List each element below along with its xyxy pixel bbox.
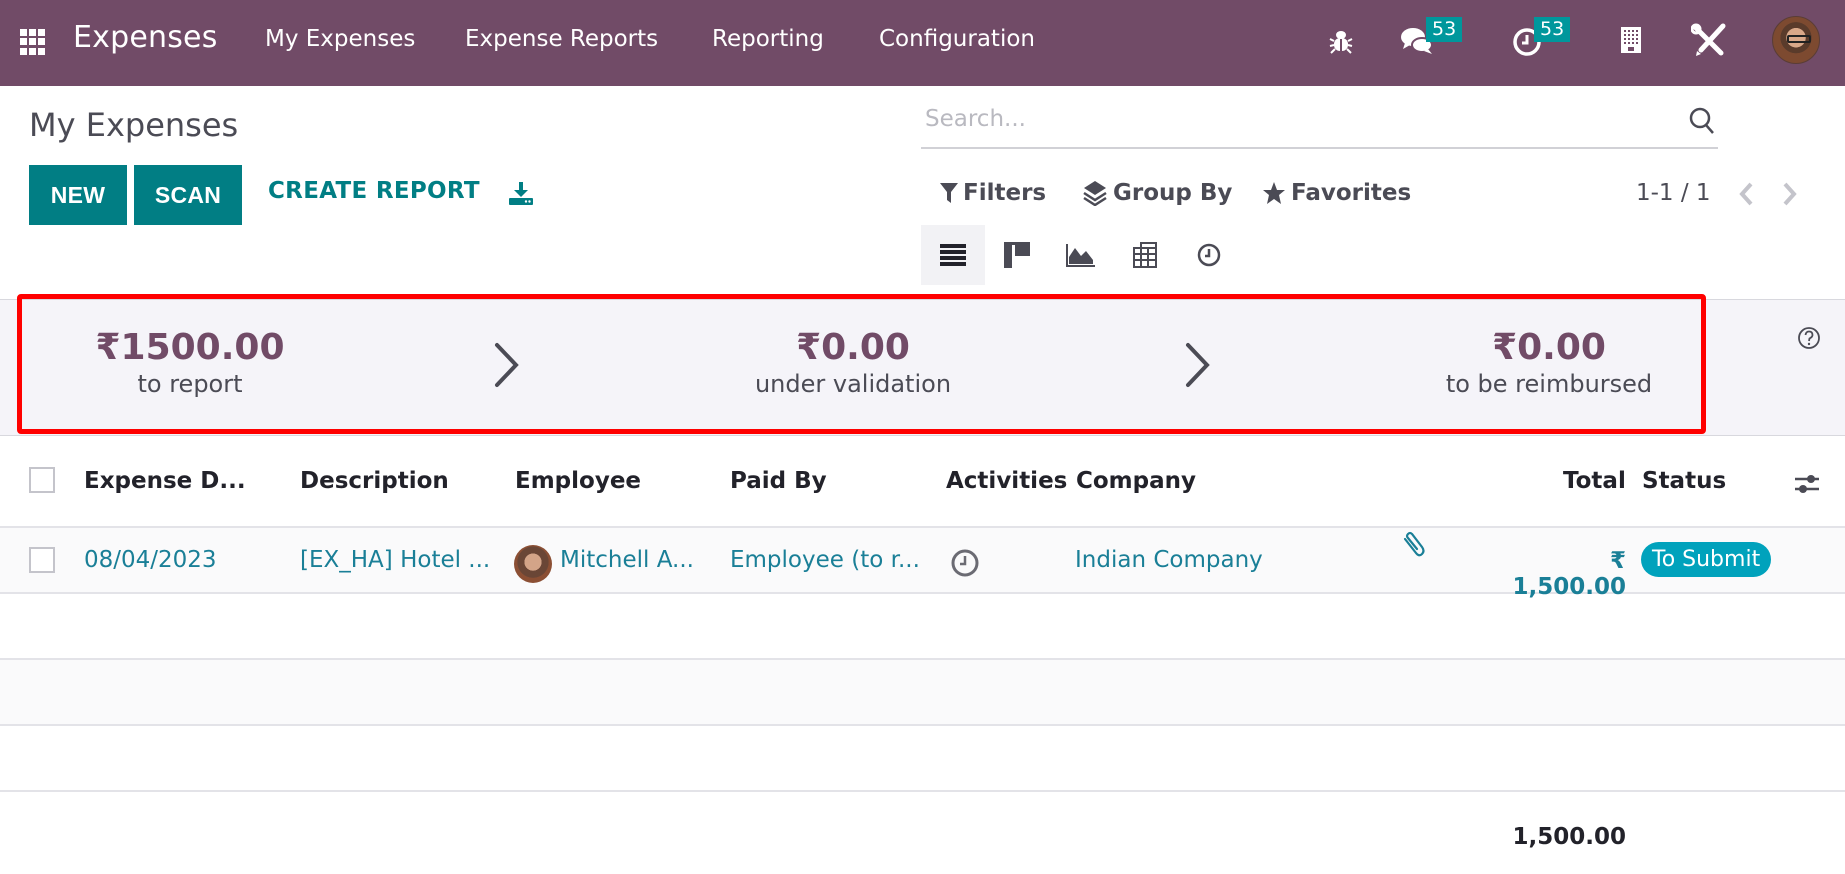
app-brand[interactable]: Expenses — [73, 20, 218, 55]
pager-next-icon[interactable] — [1779, 181, 1801, 207]
apps-menu-icon[interactable] — [20, 29, 46, 55]
messages-badge: 53 — [1426, 17, 1463, 42]
to-be-reimbursed-label: to be reimbursed — [1445, 370, 1653, 398]
star-icon — [1263, 182, 1285, 204]
filters-label: Filters — [963, 180, 1047, 206]
search-bar — [921, 98, 1718, 149]
kanban-view-button[interactable] — [985, 225, 1049, 285]
company-building-icon[interactable] — [1620, 26, 1642, 54]
pivot-view-button[interactable] — [1113, 225, 1177, 285]
menu-reporting[interactable]: Reporting — [712, 26, 824, 52]
scan-button[interactable]: SCAN — [134, 165, 242, 225]
settings-tools-icon[interactable] — [1691, 23, 1727, 57]
under-validation-amount: ₹0.00 — [796, 327, 910, 368]
column-description[interactable]: Description — [300, 468, 449, 494]
activity-view-icon — [1197, 243, 1221, 267]
under-validation-label: under validation — [754, 370, 952, 398]
pager-previous-icon[interactable] — [1735, 181, 1757, 207]
download-icon[interactable] — [508, 181, 534, 207]
kanban-view-icon — [1004, 242, 1030, 268]
page-title: My Expenses — [29, 106, 239, 144]
table-header: Expense D... Description Employee Paid B… — [0, 436, 1845, 528]
search-icon[interactable] — [1688, 106, 1716, 136]
cell-employee[interactable]: Mitchell A... — [560, 547, 694, 573]
summary-to-be-reimbursed[interactable]: ₹0.00 to be reimbursed — [1420, 325, 1678, 399]
filter-icon — [940, 183, 958, 203]
summary-to-report[interactable]: ₹1500.00 to report — [80, 325, 300, 399]
area-chart-icon — [1066, 244, 1095, 267]
group-by-button[interactable]: Group By — [1082, 180, 1232, 206]
activities-badge: 53 — [1534, 17, 1571, 42]
create-report-button[interactable]: CREATE REPORT — [268, 178, 480, 204]
layers-icon — [1083, 181, 1107, 206]
cell-description[interactable]: [EX_HA] Hotel ... — [300, 547, 490, 573]
empty-row — [0, 594, 1845, 660]
summary-under-validation[interactable]: ₹0.00 under validation — [728, 325, 978, 399]
list-view-icon — [940, 244, 966, 266]
status-badge: To Submit — [1641, 542, 1772, 577]
column-expense-date[interactable]: Expense D... — [84, 468, 246, 494]
activity-clock-icon[interactable] — [950, 548, 980, 578]
cell-paid-by[interactable]: Employee (to r... — [730, 547, 920, 573]
pivot-table-icon — [1133, 242, 1157, 268]
view-switcher — [921, 225, 1241, 285]
help-icon[interactable] — [1797, 326, 1821, 350]
pager-value[interactable]: 1-1 / 1 — [1636, 180, 1711, 206]
column-company[interactable]: Company — [1076, 468, 1196, 494]
group-by-label: Group By — [1113, 180, 1233, 206]
select-all-checkbox[interactable] — [29, 467, 55, 493]
favorites-button[interactable]: Favorites — [1262, 180, 1411, 206]
employee-avatar — [514, 545, 552, 583]
column-employee[interactable]: Employee — [515, 468, 641, 494]
attachment-paperclip-icon[interactable] — [1399, 531, 1427, 559]
list-view-button[interactable] — [921, 225, 985, 285]
chevron-right-icon — [1186, 343, 1210, 387]
favorites-label: Favorites — [1291, 180, 1412, 206]
bug-icon[interactable] — [1328, 27, 1354, 55]
column-total[interactable]: Total — [1563, 468, 1626, 494]
menu-my-expenses[interactable]: My Expenses — [265, 26, 415, 52]
to-report-amount: ₹1500.00 — [95, 327, 285, 368]
row-checkbox[interactable] — [29, 547, 55, 573]
cell-expense-date[interactable]: 08/04/2023 — [84, 547, 217, 573]
search-input[interactable] — [925, 106, 1625, 132]
to-be-reimbursed-amount: ₹0.00 — [1492, 327, 1606, 368]
empty-row — [0, 660, 1845, 726]
menu-expense-reports[interactable]: Expense Reports — [465, 26, 658, 52]
user-avatar[interactable] — [1772, 16, 1820, 64]
top-navbar: Expenses My Expenses Expense Reports Rep… — [0, 0, 1845, 86]
column-activities[interactable]: Activities — [946, 468, 1067, 494]
column-status[interactable]: Status — [1642, 468, 1726, 494]
filters-button[interactable]: Filters — [940, 180, 1046, 206]
activity-view-button[interactable] — [1177, 225, 1241, 285]
grand-total: 1,500.00 — [1512, 824, 1627, 850]
menu-configuration[interactable]: Configuration — [879, 26, 1035, 52]
optional-columns-icon[interactable] — [1793, 470, 1821, 498]
chevron-right-icon — [495, 343, 519, 387]
cell-company[interactable]: Indian Company — [1075, 547, 1263, 573]
cell-total: ₹ 1,500.00 — [1512, 548, 1627, 600]
empty-row — [0, 726, 1845, 792]
new-button[interactable]: NEW — [29, 165, 127, 225]
column-paid-by[interactable]: Paid By — [730, 468, 827, 494]
graph-view-button[interactable] — [1049, 225, 1113, 285]
to-report-label: to report — [137, 370, 243, 398]
